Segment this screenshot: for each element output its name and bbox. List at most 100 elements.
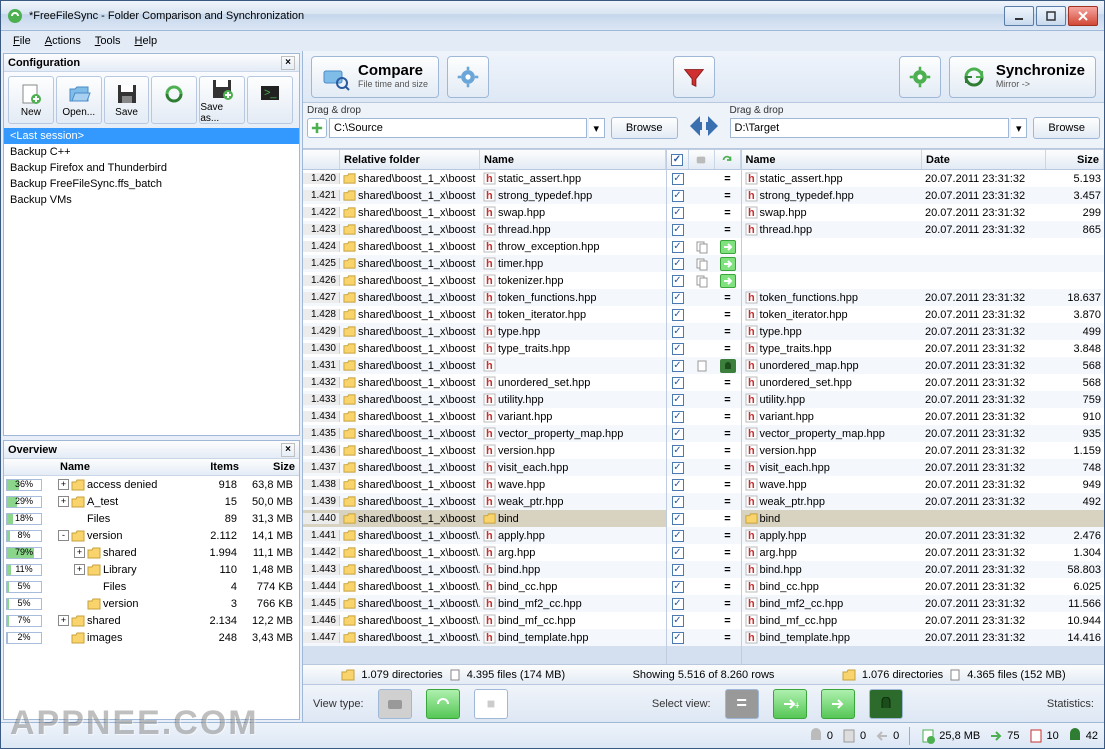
compare-settings-button[interactable]	[447, 56, 489, 98]
action-row[interactable]: =	[667, 323, 741, 340]
config-item[interactable]: Backup FreeFileSync.ffs_batch	[4, 176, 299, 192]
table-row[interactable]: 1.423shared\boost_1_x\boosththread.hpp	[303, 221, 666, 238]
overview-row[interactable]: 29%+A_test1550,0 MB	[4, 493, 299, 510]
table-row[interactable]: 1.439shared\boost_1_x\boosthweak_ptr.hpp	[303, 493, 666, 510]
open-button[interactable]: Open...	[56, 76, 102, 124]
table-row[interactable]: 1.425shared\boost_1_x\boosthtimer.hpp	[303, 255, 666, 272]
add-pair-button[interactable]	[307, 118, 327, 138]
table-row[interactable]: 1.440shared\boost_1_x\boostbind	[303, 510, 666, 527]
grid-middle-body[interactable]: ========================	[667, 170, 741, 664]
action-row[interactable]	[667, 238, 741, 255]
filter-equal-button[interactable]: =	[725, 689, 759, 719]
table-row[interactable]: htoken_iterator.hpp20.07.2011 23:31:323.…	[742, 306, 1105, 323]
table-row[interactable]: 1.432shared\boost_1_x\boosthunordered_se…	[303, 374, 666, 391]
col-size[interactable]: Size	[1046, 150, 1104, 169]
row-checkbox[interactable]	[672, 224, 684, 236]
table-row[interactable]: hvisit_each.hpp20.07.2011 23:31:32748	[742, 459, 1105, 476]
configuration-list[interactable]: <Last session>Backup C++Backup Firefox a…	[4, 128, 299, 435]
col-name-right[interactable]: Name	[742, 150, 923, 169]
overview-row[interactable]: 11%+Library1101,48 MB	[4, 561, 299, 578]
panel-close-icon[interactable]: ×	[281, 443, 295, 457]
expander-icon[interactable]: +	[58, 479, 69, 490]
table-row[interactable]: 1.447shared\boost_1_x\boost\...hbind_tem…	[303, 629, 666, 646]
action-row[interactable]: =	[667, 391, 741, 408]
table-row[interactable]: 1.443shared\boost_1_x\boost\...hbind.hpp	[303, 561, 666, 578]
left-path-input[interactable]	[329, 118, 587, 138]
col-date[interactable]: Date	[922, 150, 1046, 169]
close-button[interactable]	[1068, 6, 1098, 26]
row-checkbox[interactable]	[672, 581, 684, 593]
action-row[interactable]: =	[667, 340, 741, 357]
action-row[interactable]: =	[667, 408, 741, 425]
table-row[interactable]: hvariant.hpp20.07.2011 23:31:32910	[742, 408, 1105, 425]
action-row[interactable]: =	[667, 595, 741, 612]
table-row[interactable]: hbind_mf2_cc.hpp20.07.2011 23:31:3211.56…	[742, 595, 1105, 612]
table-row[interactable]: 1.426shared\boost_1_x\boosthtokenizer.hp…	[303, 272, 666, 289]
table-row[interactable]: hstatic_assert.hpp20.07.2011 23:31:325.1…	[742, 170, 1105, 187]
row-checkbox[interactable]	[672, 615, 684, 627]
row-checkbox[interactable]	[672, 445, 684, 457]
row-checkbox[interactable]	[672, 241, 684, 253]
filter-button[interactable]	[673, 56, 715, 98]
row-checkbox[interactable]	[672, 411, 684, 423]
row-checkbox[interactable]	[672, 173, 684, 185]
overview-row[interactable]: 2%images2483,43 MB	[4, 629, 299, 646]
menu-help[interactable]: Help	[129, 33, 164, 49]
action-row[interactable]: =	[667, 561, 741, 578]
maximize-button[interactable]	[1036, 6, 1066, 26]
action-row[interactable]: =	[667, 289, 741, 306]
table-row[interactable]: hbind_mf_cc.hpp20.07.2011 23:31:3210.944	[742, 612, 1105, 629]
action-row[interactable]: =	[667, 187, 741, 204]
right-path-input[interactable]	[730, 118, 1010, 138]
synchronize-button[interactable]: SynchronizeMirror ->	[949, 56, 1096, 98]
table-row[interactable]: happly.hpp20.07.2011 23:31:322.476	[742, 527, 1105, 544]
row-checkbox[interactable]	[672, 479, 684, 491]
action-row[interactable]: =	[667, 459, 741, 476]
overview-row[interactable]: 5%version3766 KB	[4, 595, 299, 612]
table-row[interactable]: hbind.hpp20.07.2011 23:31:3258.803	[742, 561, 1105, 578]
action-row[interactable]: =	[667, 629, 741, 646]
table-row[interactable]	[742, 238, 1105, 255]
save-button[interactable]: Save	[104, 76, 150, 124]
row-checkbox[interactable]	[672, 343, 684, 355]
overview-body[interactable]: 36%+access denied91863,8 MB29%+A_test155…	[4, 476, 299, 719]
table-row[interactable]: 1.428shared\boost_1_x\boosthtoken_iterat…	[303, 306, 666, 323]
menu-file[interactable]: File	[7, 33, 37, 49]
overview-row[interactable]: 5%Files4774 KB	[4, 578, 299, 595]
row-checkbox[interactable]	[672, 564, 684, 576]
table-row[interactable]: 1.430shared\boost_1_x\boosthtype_traits.…	[303, 340, 666, 357]
row-checkbox[interactable]	[672, 496, 684, 508]
table-row[interactable]: hbind_template.hpp20.07.2011 23:31:3214.…	[742, 629, 1105, 646]
table-row[interactable]: 1.442shared\boost_1_x\boost\...harg.hpp	[303, 544, 666, 561]
left-path-dropdown[interactable]: ▾	[589, 118, 605, 138]
overview-row[interactable]: 18%Files8931,3 MB	[4, 510, 299, 527]
panel-close-icon[interactable]: ×	[281, 56, 295, 70]
table-row[interactable]: htype_traits.hpp20.07.2011 23:31:323.848	[742, 340, 1105, 357]
filter-update-right-button[interactable]	[821, 689, 855, 719]
sync-config-button[interactable]	[151, 76, 197, 124]
table-row[interactable]: hwave.hpp20.07.2011 23:31:32949	[742, 476, 1105, 493]
row-checkbox[interactable]	[672, 275, 684, 287]
table-row[interactable]	[742, 272, 1105, 289]
table-row[interactable]: hunordered_set.hpp20.07.2011 23:31:32568	[742, 374, 1105, 391]
row-checkbox[interactable]	[672, 292, 684, 304]
action-row[interactable]: =	[667, 544, 741, 561]
new-button[interactable]: New	[8, 76, 54, 124]
overview-header-items[interactable]: Items	[199, 459, 243, 475]
row-checkbox[interactable]	[672, 190, 684, 202]
config-item[interactable]: Backup VMs	[4, 192, 299, 208]
action-row[interactable]: =	[667, 204, 741, 221]
action-row[interactable]: =	[667, 510, 741, 527]
action-row[interactable]: =	[667, 306, 741, 323]
row-checkbox[interactable]	[672, 530, 684, 542]
table-row[interactable]: 1.421shared\boost_1_x\boosthstrong_typed…	[303, 187, 666, 204]
action-row[interactable]: =	[667, 612, 741, 629]
saveas-button[interactable]: Save as...	[199, 76, 245, 124]
table-row[interactable]: 1.435shared\boost_1_x\boosthvector_prope…	[303, 425, 666, 442]
table-row[interactable]: 1.433shared\boost_1_x\boosthutility.hpp	[303, 391, 666, 408]
action-row[interactable]: =	[667, 476, 741, 493]
minimize-button[interactable]	[1004, 6, 1034, 26]
grid-right-body[interactable]: hstatic_assert.hpp20.07.2011 23:31:325.1…	[742, 170, 1105, 664]
row-checkbox[interactable]	[672, 632, 684, 644]
category-header-icon[interactable]	[694, 154, 708, 166]
